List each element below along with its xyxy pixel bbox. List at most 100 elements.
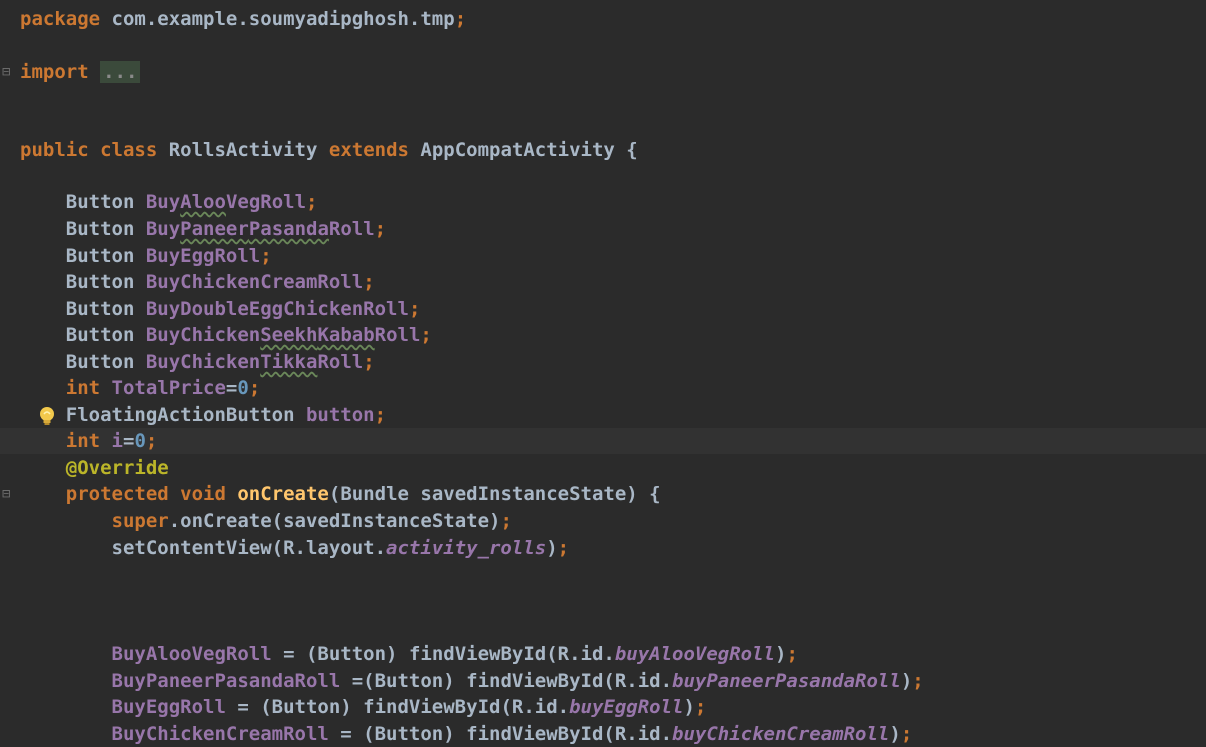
- token-plain: ): [889, 723, 901, 745]
- token-kw: public class: [20, 139, 169, 161]
- token-kw: protected void: [65, 483, 238, 505]
- code-line[interactable]: FloatingActionButton button;: [0, 402, 1206, 428]
- code-line[interactable]: BuyAlooVegRoll = (Button) findViewById(R…: [0, 641, 1206, 667]
- code-text: BuyAlooVegRoll = (Button) findViewById(R…: [20, 641, 798, 667]
- token-fld: BuyChickenCreamRoll: [111, 723, 329, 745]
- code-line[interactable]: Button BuyDoubleEggChickenRoll;: [0, 296, 1206, 322]
- token-kw: extends: [328, 139, 421, 161]
- token-plain: = (Button) findViewById(R.id.: [271, 643, 615, 665]
- code-line[interactable]: ⊟ import ...: [0, 59, 1206, 85]
- code-line[interactable]: Button BuyAlooVegRoll;: [0, 189, 1206, 215]
- code-line[interactable]: BuyChickenCreamRoll = (Button) findViewB…: [0, 721, 1206, 747]
- code-text: int i=0;: [20, 428, 158, 454]
- code-text: Button BuyPaneerPasandaRoll;: [20, 216, 386, 242]
- token-kw: ;: [260, 245, 272, 267]
- code-line[interactable]: ⊟ protected void onCreate(Bundle savedIn…: [0, 481, 1206, 507]
- code-line[interactable]: [0, 163, 1206, 189]
- code-text: Button BuyDoubleEggChickenRoll;: [20, 296, 421, 322]
- code-text: Button BuyAlooVegRoll;: [20, 189, 318, 215]
- code-line[interactable]: public class RollsActivity extends AppCo…: [0, 137, 1206, 163]
- code-line[interactable]: Button BuyChickenCreamRoll;: [0, 269, 1206, 295]
- token-plain: = (Button) findViewById(R.id.: [328, 723, 673, 745]
- token-fld: BuyPaneerPasandaRoll: [111, 670, 341, 692]
- token-kw: package: [20, 8, 112, 30]
- code-text: Button BuyChickenSeekhKababRoll;: [20, 322, 432, 348]
- code-line[interactable]: int i=0;: [0, 428, 1206, 454]
- token-kw: ;: [363, 271, 375, 293]
- token-plain: FloatingActionButton: [20, 404, 306, 426]
- token-fld: BuyAlooVegRoll: [145, 191, 307, 213]
- token-fld: i: [111, 430, 123, 452]
- code-line[interactable]: [0, 112, 1206, 138]
- code-text: import ...: [20, 59, 141, 85]
- token-kw: ;: [912, 670, 924, 692]
- code-text: Button BuyChickenTikkaRoll;: [20, 349, 375, 375]
- token-plain: Button: [20, 245, 146, 267]
- code-line[interactable]: [0, 561, 1206, 587]
- token-plain: Button: [20, 298, 146, 320]
- code-line[interactable]: Button BuyPaneerPasandaRoll;: [0, 216, 1206, 242]
- token-plain: =(Button) findViewById(R.id.: [340, 670, 673, 692]
- token-kw: ;: [557, 537, 570, 559]
- code-text: BuyChickenCreamRoll = (Button) findViewB…: [20, 721, 913, 747]
- token-plain: Button: [20, 218, 146, 240]
- token-plain: ): [900, 670, 913, 692]
- code-line[interactable]: BuyPaneerPasandaRoll =(Button) findViewB…: [0, 668, 1206, 694]
- code-line[interactable]: Button BuyChickenSeekhKababRoll;: [0, 322, 1206, 348]
- code-line[interactable]: [0, 614, 1206, 640]
- code-editor[interactable]: package com.example.soumyadipghosh.tmp; ⊟…: [0, 0, 1206, 747]
- token-plain: = (Button) findViewById(R.id.: [225, 696, 570, 718]
- token-plain: .onCreate(savedInstanceState): [168, 510, 501, 532]
- token-plain: com.example.soumyadipghosh.tmp: [111, 8, 455, 30]
- code-text: Button BuyChickenCreamRoll;: [20, 269, 375, 295]
- code-text: FloatingActionButton button;: [20, 402, 386, 428]
- code-text: protected void onCreate(Bundle savedInst…: [20, 481, 661, 507]
- token-ital: buyEggRoll: [569, 696, 684, 718]
- code-line[interactable]: @Override: [0, 455, 1206, 481]
- token-fold: ...: [100, 61, 141, 83]
- token-ital: activity_rolls: [386, 537, 547, 559]
- token-plain: Button: [20, 191, 146, 213]
- token-fld: BuyDoubleEggChickenRoll: [145, 298, 409, 320]
- fold-marker-icon[interactable]: ⊟: [2, 481, 10, 507]
- code-text: @Override: [20, 455, 169, 481]
- token-ann: @Override: [65, 457, 169, 479]
- token-plain: Button: [20, 271, 146, 293]
- token-plain: Button: [20, 324, 146, 346]
- token-plain: RollsActivity: [168, 139, 329, 161]
- token-ital: buyChickenCreamRoll: [672, 723, 890, 745]
- token-plain: =: [122, 430, 135, 452]
- code-text: BuyEggRoll = (Button) findViewById(R.id.…: [20, 694, 707, 720]
- token-kw: ;: [420, 324, 432, 346]
- code-text: BuyPaneerPasandaRoll =(Button) findViewB…: [20, 668, 924, 694]
- code-line[interactable]: int TotalPrice=0;: [0, 375, 1206, 401]
- token-plain: Button: [20, 351, 146, 373]
- token-plain: AppCompatActivity {: [420, 139, 638, 161]
- code-line[interactable]: package com.example.soumyadipghosh.tmp;: [0, 6, 1206, 32]
- token-kw: ;: [900, 723, 913, 745]
- code-line[interactable]: Button BuyEggRoll;: [0, 243, 1206, 269]
- code-text: setContentView(R.layout.activity_rolls);: [20, 535, 570, 561]
- token-kw: ;: [374, 218, 387, 240]
- token-kw: import: [20, 61, 101, 83]
- code-text: Button BuyEggRoll;: [20, 243, 272, 269]
- fold-marker-icon[interactable]: ⊟: [2, 59, 10, 85]
- code-line[interactable]: setContentView(R.layout.activity_rolls);: [0, 535, 1206, 561]
- code-line[interactable]: Button BuyChickenTikkaRoll;: [0, 349, 1206, 375]
- token-kw: ;: [306, 191, 318, 213]
- code-text: super.onCreate(savedInstanceState);: [20, 508, 512, 534]
- token-kw: super: [111, 510, 169, 532]
- token-plain: setContentView(R.layout.: [20, 537, 387, 559]
- code-line[interactable]: BuyEggRoll = (Button) findViewById(R.id.…: [0, 694, 1206, 720]
- token-kw: ;: [363, 351, 375, 373]
- code-line[interactable]: super.onCreate(savedInstanceState);: [0, 508, 1206, 534]
- token-kw: int: [65, 430, 112, 452]
- code-line[interactable]: [0, 588, 1206, 614]
- token-kw: ;: [408, 298, 421, 320]
- token-plain: ): [546, 537, 558, 559]
